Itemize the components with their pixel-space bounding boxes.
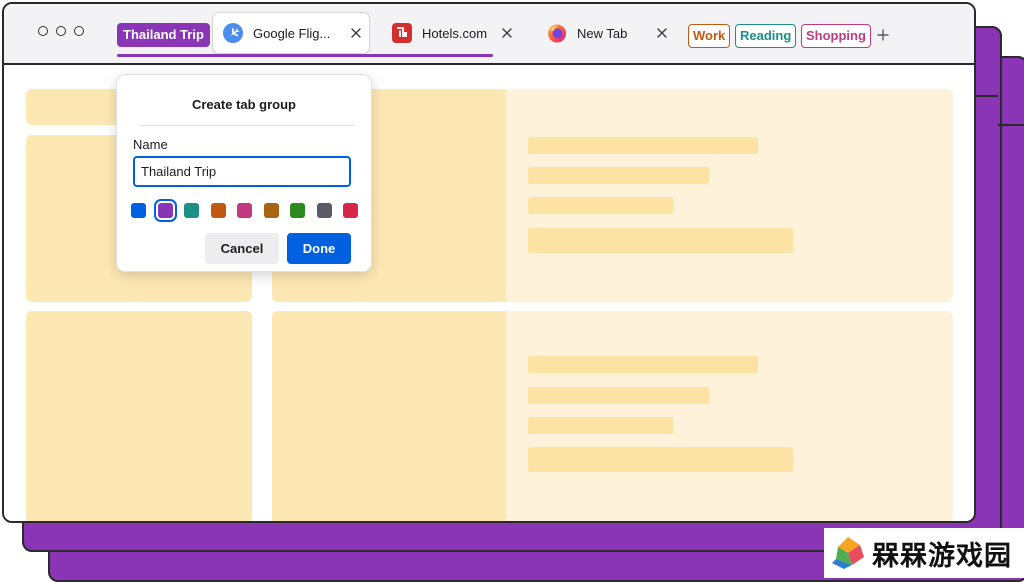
tab-group-shopping[interactable]: Shopping: [801, 24, 871, 48]
create-tab-group-dialog: Create tab group Name Cancel Done: [117, 75, 371, 271]
placeholder-line: [528, 417, 673, 434]
placeholder-card-body: [506, 89, 953, 302]
tab-group-underline: [117, 54, 493, 57]
color-swatch[interactable]: [157, 203, 173, 218]
divider: [139, 125, 355, 126]
placeholder-line: [528, 167, 709, 184]
placeholder-button: [528, 228, 793, 253]
window-minimize-icon[interactable]: [56, 26, 66, 36]
watermark: 槑槑游戏园: [824, 528, 1024, 578]
tab-group-label-thailand-trip[interactable]: Thailand Trip: [117, 23, 210, 47]
close-icon[interactable]: [349, 26, 363, 40]
dialog-title: Create tab group: [191, 97, 296, 112]
tab-group-work[interactable]: Work: [688, 24, 731, 48]
hotels-icon: [392, 23, 412, 43]
watermark-text: 槑槑游戏园: [872, 540, 1012, 572]
color-swatch[interactable]: [343, 203, 358, 218]
placeholder-block: [26, 311, 252, 521]
color-swatch[interactable]: [263, 203, 279, 218]
tab-title: Hotels.com: [422, 25, 488, 41]
firefox-icon: [548, 24, 566, 43]
airplane-icon: [223, 23, 243, 43]
window-maximize-icon[interactable]: [74, 26, 84, 36]
close-icon[interactable]: [500, 26, 514, 40]
cancel-button[interactable]: Cancel: [205, 233, 279, 264]
color-swatch[interactable]: [316, 203, 332, 218]
placeholder-line: [528, 356, 758, 373]
tab-google-flights[interactable]: Google Flig...: [213, 13, 369, 53]
placeholder-card-image: [272, 311, 506, 521]
done-button[interactable]: Done: [287, 233, 351, 264]
tab-new-tab[interactable]: New Tab: [537, 13, 675, 53]
placeholder-button: [528, 447, 793, 472]
window-close-icon[interactable]: [38, 26, 48, 36]
group-name-input[interactable]: [133, 156, 351, 187]
watermark-logo-icon: [832, 537, 864, 569]
tab-hotels[interactable]: Hotels.com: [382, 13, 520, 53]
close-icon[interactable]: [655, 26, 669, 40]
browser-window: Thailand Trip Google Flig... Hotels.com: [2, 2, 976, 523]
tab-title: New Tab: [577, 25, 628, 41]
tab-strip: Thailand Trip Google Flig... Hotels.com: [4, 4, 974, 65]
color-swatch[interactable]: [210, 203, 226, 218]
background-window-divider: [998, 124, 1024, 126]
color-swatch[interactable]: [131, 203, 146, 218]
tab-title: Google Flig...: [253, 25, 331, 41]
color-swatch[interactable]: [237, 203, 252, 218]
background-window-divider: [975, 95, 998, 97]
placeholder-line: [528, 137, 758, 154]
tab-group-reading[interactable]: Reading: [735, 24, 797, 48]
placeholder-line: [528, 387, 709, 404]
name-label: Name: [133, 137, 168, 152]
placeholder-line: [528, 197, 673, 214]
plus-icon[interactable]: [877, 29, 889, 41]
color-swatch[interactable]: [290, 203, 305, 218]
color-swatch[interactable]: [184, 203, 199, 218]
